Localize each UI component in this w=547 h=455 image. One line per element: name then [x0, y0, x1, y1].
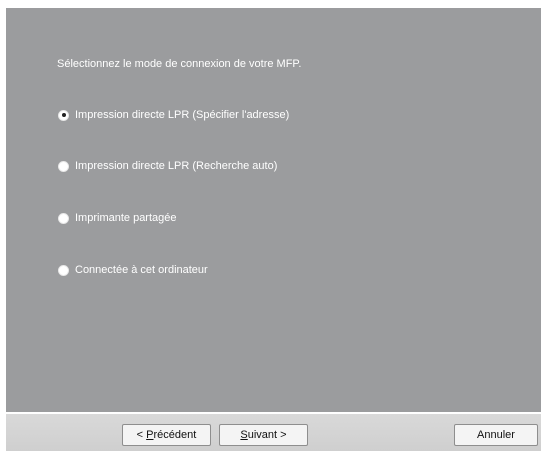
radio-button[interactable] — [58, 212, 69, 224]
back-button-mnemonic: P — [146, 429, 154, 441]
radio-button[interactable] — [58, 160, 69, 172]
radio-button-selected[interactable] — [58, 109, 69, 121]
option-label: Impression directe LPR (Spécifier l'adre… — [75, 109, 290, 121]
option-shared-printer[interactable]: Imprimante partagée — [58, 212, 177, 224]
dialog-panel: Sélectionnez le mode de connexion de vot… — [6, 8, 541, 412]
radio-button[interactable] — [58, 264, 69, 276]
back-button-prefix: < — [136, 429, 147, 441]
back-button[interactable]: < Précédent — [122, 424, 211, 446]
next-button-suffix: > — [277, 429, 287, 441]
connection-mode-prompt: Sélectionnez le mode de connexion de vot… — [57, 58, 302, 70]
option-label: Impression directe LPR (Recherche auto) — [75, 160, 278, 172]
option-label: Connectée à cet ordinateur — [75, 264, 208, 276]
option-connected-to-computer[interactable]: Connectée à cet ordinateur — [58, 264, 208, 276]
cancel-button-label: Annuler — [477, 429, 515, 441]
cancel-button[interactable]: Annuler — [454, 424, 538, 446]
option-lpr-specify-address[interactable]: Impression directe LPR (Spécifier l'adre… — [58, 109, 289, 121]
option-label: Imprimante partagée — [75, 212, 177, 224]
next-button[interactable]: Suivant > — [219, 424, 308, 446]
back-button-label: récédent — [153, 429, 197, 441]
next-button-label: uivant — [247, 429, 278, 441]
next-button-mnemonic: S — [240, 429, 248, 441]
option-lpr-auto-search[interactable]: Impression directe LPR (Recherche auto) — [58, 160, 277, 172]
